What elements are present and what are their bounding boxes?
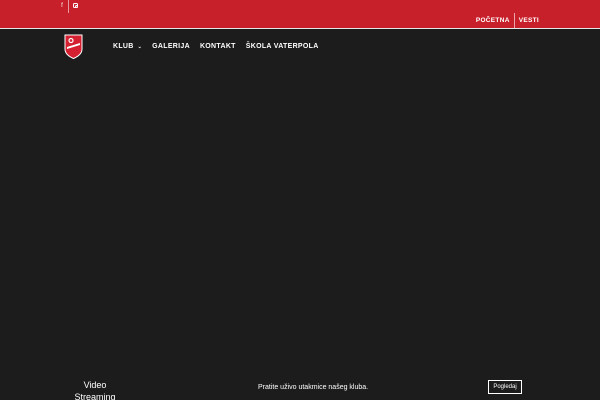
top-bar: f POČETNA VESTI <box>0 0 600 29</box>
nav-item-skola-vaterpola[interactable]: ŠKOLA VATERPOLA <box>246 41 319 53</box>
nav-item-galerija[interactable]: GALERIJA <box>152 41 190 53</box>
streaming-description: Pratite uživo utakmice našeg kluba. <box>258 384 369 391</box>
nav-item-label: GALERIJA <box>152 43 190 50</box>
nav-item-label: KONTAKT <box>199 43 236 50</box>
facebook-icon[interactable]: f <box>56 0 68 13</box>
watch-button[interactable]: Pogledaj <box>488 380 522 394</box>
nav-item-label: ŠKOLA VATERPOLA <box>245 43 319 50</box>
nav-item-klub[interactable]: KLUB ⌄ <box>113 41 142 53</box>
nav-item-label: KLUB <box>113 43 134 50</box>
instagram-icon[interactable] <box>69 0 81 13</box>
main-nav: KLUB ⌄ GALERIJA KONTAKT ŠKOLA VATERPOLA <box>113 41 319 53</box>
header-divider <box>0 28 600 29</box>
streaming-bar: Video Streaming Pratite uživo utakmice n… <box>0 372 600 400</box>
club-logo[interactable] <box>64 34 83 60</box>
nav-item-kontakt[interactable]: KONTAKT <box>200 41 236 53</box>
shield-icon <box>64 34 83 60</box>
social-links: f <box>56 0 81 13</box>
streaming-title: Video Streaming <box>74 380 116 400</box>
chevron-down-icon: ⌄ <box>137 44 143 50</box>
